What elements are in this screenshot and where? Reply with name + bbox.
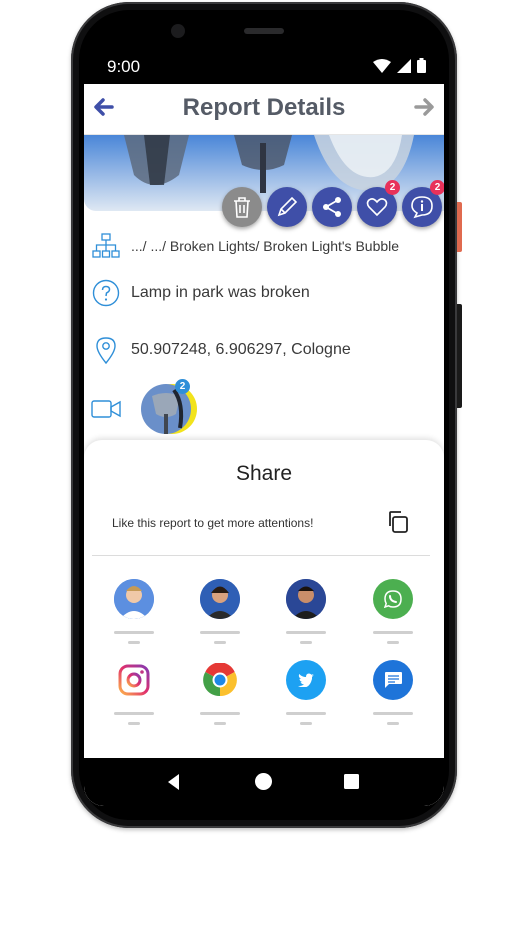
like-count-badge: 2 [385,180,400,195]
share-twitter[interactable] [284,660,328,725]
report-description: Lamp in park was broken [131,284,310,301]
report-location: 50.907248, 6.906297, Cologne [131,341,351,358]
whatsapp-icon [384,590,402,608]
avatar [114,579,154,619]
info-bubble-icon [411,196,433,219]
share-whatsapp[interactable] [371,579,415,644]
wifi-icon [373,58,391,73]
status-bar: 9:00 [84,48,444,84]
message-icon [385,672,402,688]
forward-arrow-icon[interactable] [414,96,436,118]
share-icon [323,197,341,217]
category-path: .../ .../ Broken Lights/ Broken Light's … [131,238,400,254]
share-contact-2[interactable] [198,579,242,644]
report-content: 2 2 .../ .../ Broken Lights/ Broken Ligh… [84,135,444,806]
copy-icon[interactable] [386,510,410,534]
screen: 9:00 Report Details 2 2 .../ .../ Broken… [84,48,444,806]
share-contact-1[interactable] [112,579,156,644]
location-pin-icon [96,337,116,364]
share-chrome[interactable] [198,660,242,725]
pencil-icon [277,196,298,217]
avatar [286,579,326,619]
heart-icon [366,198,388,217]
delete-button[interactable] [222,187,262,227]
share-instagram[interactable] [112,660,156,725]
front-camera [171,24,185,38]
chrome-icon [203,663,237,697]
category-row: .../ .../ Broken Lights/ Broken Light's … [84,232,444,260]
trash-icon [234,197,250,218]
share-divider [92,555,430,556]
share-contact-3[interactable] [284,579,328,644]
earpiece-speaker [244,28,284,34]
share-subtitle: Like this report to get more attentions! [112,516,314,530]
volume-button [457,304,462,408]
edit-button[interactable] [267,187,307,227]
comment-count-badge: 2 [430,180,444,195]
app-bar: Report Details [84,84,444,135]
media-thumbnail[interactable]: 2 [134,379,198,434]
hierarchy-icon [92,233,120,258]
nav-recents-icon[interactable] [344,774,359,789]
instagram-icon [118,664,150,696]
status-time: 9:00 [107,57,141,76]
avatar [200,579,240,619]
media-count-badge: 2 [175,379,190,394]
status-icons [373,58,426,73]
share-messages[interactable] [371,660,415,725]
description-row: Lamp in park was broken [84,279,444,307]
like-button[interactable]: 2 [357,180,400,227]
power-button [457,202,462,252]
nav-back-icon[interactable] [168,774,180,790]
share-button[interactable] [312,187,352,227]
battery-icon [417,58,426,73]
signal-icon [397,58,411,73]
nav-home-icon[interactable] [255,773,272,790]
video-camera-icon [91,400,121,418]
location-row: 50.907248, 6.906297, Cologne [84,336,444,364]
system-nav-bar [84,758,444,806]
comments-button[interactable]: 2 [402,180,444,227]
page-title: Report Details [182,94,346,121]
share-title: Share [235,462,293,485]
question-icon [92,279,120,307]
share-sheet: Share Like this report to get more atten… [84,440,444,806]
twitter-icon [298,673,314,687]
